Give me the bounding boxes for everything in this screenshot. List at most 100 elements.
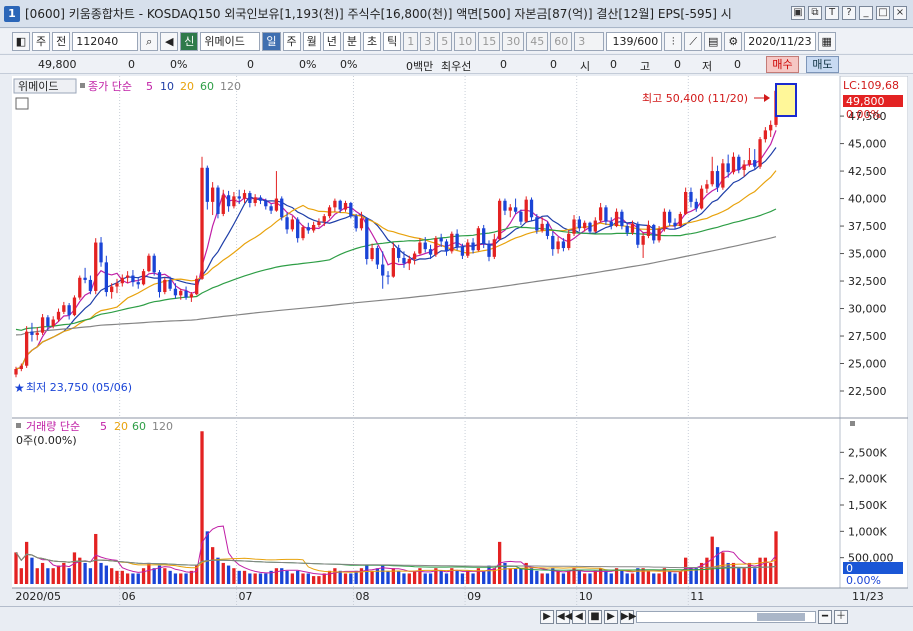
calendar-icon[interactable]: ▦: [817, 31, 836, 51]
candle-body: [684, 191, 688, 214]
interval-10[interactable]: 10: [454, 31, 477, 51]
candle-body: [694, 201, 698, 209]
volume-legend-ma60: 60: [132, 420, 146, 433]
selection-box[interactable]: [775, 83, 797, 117]
current-price-label: 49,800: [846, 95, 885, 108]
close-icon[interactable]: ×: [893, 6, 907, 20]
quote-amount: 0백만: [406, 60, 434, 73]
volume-bar: [242, 570, 247, 584]
price-tick-label: 25,000: [848, 358, 887, 371]
volume-bar: [152, 568, 156, 584]
interval-1[interactable]: 1: [403, 31, 419, 51]
search-icon[interactable]: ⌕: [140, 31, 159, 51]
volume-bar: [423, 573, 427, 584]
volume-legend-ma120: 120: [152, 420, 173, 433]
type-selector[interactable]: 주: [32, 31, 51, 51]
help-icon[interactable]: ?: [842, 6, 856, 20]
fast-forward-button[interactable]: ▶▶: [620, 610, 636, 624]
period-week[interactable]: 주: [282, 31, 301, 51]
candle-body: [423, 242, 427, 250]
interval-value[interactable]: 3: [574, 31, 605, 51]
volume-legend-ma20: 20: [114, 420, 128, 433]
candle-icon[interactable]: ⫶: [664, 31, 683, 51]
legend-marker-icon: [80, 83, 85, 88]
minimize-icon[interactable]: _: [859, 6, 873, 20]
buy-button[interactable]: 매수: [766, 56, 799, 73]
interval-3[interactable]: 3: [420, 31, 436, 51]
volume-bar: [296, 570, 300, 584]
title-bar: 1 [0600] 키움종합차트 - KOSDAQ150 외국인보유[1,193(…: [0, 0, 913, 28]
candle-body: [301, 227, 305, 239]
zoom-out-button[interactable]: ━: [818, 610, 832, 624]
stop-button[interactable]: ■: [588, 610, 602, 624]
period-month[interactable]: 월: [302, 31, 321, 51]
tool-icon[interactable]: ⟋: [684, 31, 703, 51]
candle-body: [242, 193, 247, 199]
gear-icon[interactable]: ⚙: [724, 31, 743, 51]
pin-icon[interactable]: ▣: [791, 6, 805, 20]
candle-body: [264, 200, 268, 207]
volume-bar: [306, 573, 310, 584]
candle-body: [497, 200, 502, 240]
volume-bar: [375, 568, 380, 584]
volume-pct-label: 0.00%: [846, 574, 881, 587]
interval-45[interactable]: 45: [526, 31, 549, 51]
period-day[interactable]: 일: [262, 31, 281, 51]
candle-body: [216, 187, 220, 214]
candle-body: [482, 228, 486, 244]
step-forward-button[interactable]: ▶: [604, 610, 618, 624]
grid-toggle-icon[interactable]: [15, 97, 29, 110]
interval-15[interactable]: 15: [478, 31, 501, 51]
text-icon[interactable]: T: [825, 6, 839, 20]
scrollbar-thumb[interactable]: [757, 613, 805, 621]
restore-layout-icon[interactable]: ⧉: [808, 6, 822, 20]
volume-bar: [322, 573, 326, 584]
save-icon[interactable]: ▤: [704, 31, 723, 51]
candle-body: [609, 221, 613, 227]
period-tick[interactable]: 틱: [383, 31, 402, 51]
interval-30[interactable]: 30: [502, 31, 525, 51]
chart-area[interactable]: 22,500 25,000 27,500 30,000 32,500 35,000 37,5…: [12, 75, 909, 606]
scrollbar-track[interactable]: [636, 611, 816, 623]
volume-bar: [657, 573, 661, 584]
candle-body: [333, 200, 337, 208]
count-input[interactable]: 139/600: [606, 31, 663, 51]
zoom-in-button[interactable]: ＋: [834, 610, 848, 624]
volume-bar: [359, 568, 364, 584]
period-minute[interactable]: 분: [342, 31, 361, 51]
date-input[interactable]: 2020/11/23: [744, 31, 816, 51]
volume-bar: [365, 565, 369, 584]
volume-bar: [83, 562, 87, 584]
interval-5[interactable]: 5: [437, 31, 453, 51]
candle-body: [476, 228, 481, 251]
layout-icon[interactable]: ◧: [12, 31, 30, 51]
speaker-icon[interactable]: ◀: [160, 31, 179, 51]
period-second[interactable]: 초: [363, 31, 382, 51]
candle-body: [439, 238, 443, 242]
volume-bar: [545, 573, 550, 584]
lc-label: LC:109,68: [843, 79, 899, 92]
volume-bar: [556, 570, 560, 584]
stock-chart[interactable]: 22,500 25,000 27,500 30,000 32,500 35,000 37,5…: [12, 75, 909, 606]
maximize-icon[interactable]: □: [876, 6, 890, 20]
sell-button[interactable]: 매도: [806, 56, 839, 73]
period-year[interactable]: 년: [322, 31, 341, 51]
volume-bar: [349, 573, 353, 584]
price-tick-label: 37,500: [848, 220, 887, 233]
market-selector[interactable]: 전: [52, 31, 71, 51]
candle-body: [466, 242, 470, 256]
candle-body: [359, 218, 364, 229]
interval-60[interactable]: 60: [550, 31, 573, 51]
volume-bar: [540, 573, 544, 584]
volume-tick-label: 2,500K: [848, 446, 887, 459]
step-back-button[interactable]: ◀: [572, 610, 586, 624]
candle-body: [24, 331, 29, 366]
candle-body: [460, 246, 465, 256]
rewind-button[interactable]: ◀◀: [556, 610, 572, 624]
volume-bar: [258, 573, 263, 584]
code-input[interactable]: 112040: [72, 31, 139, 51]
volume-bar: [253, 573, 257, 584]
candle-body: [269, 206, 273, 211]
play-button[interactable]: ▶: [540, 610, 554, 624]
candle-body: [163, 279, 167, 293]
